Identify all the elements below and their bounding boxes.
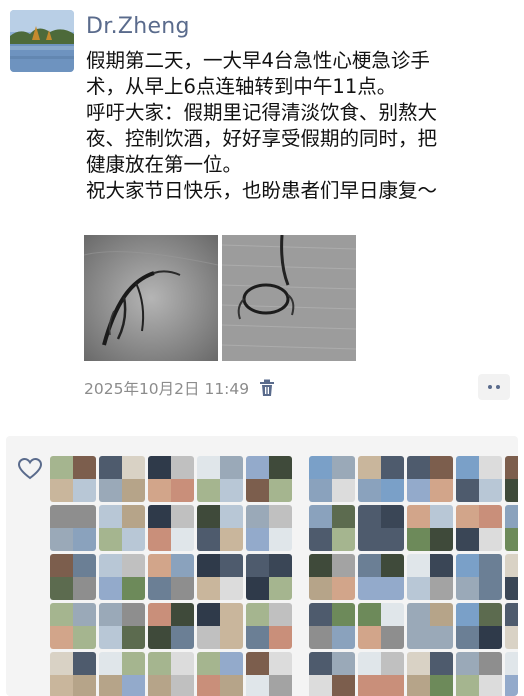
liker-avatar[interactable] — [197, 456, 243, 502]
angiogram-photo-1[interactable] — [84, 235, 218, 361]
liker-avatar[interactable] — [358, 554, 404, 600]
liker-avatar[interactable] — [505, 603, 518, 649]
liker-avatar[interactable] — [99, 603, 145, 649]
liker-avatar[interactable] — [148, 603, 194, 649]
post-text: 假期第二天，一大早4台急性心梗急诊手 术，从早上6点连轴转到中午11点。 呼吁大… — [86, 48, 506, 204]
post-line: 术，从早上6点连轴转到中午11点。 — [86, 75, 397, 98]
liker-avatar[interactable] — [148, 505, 194, 551]
liker-avatar[interactable] — [50, 603, 96, 649]
angiogram-photo-2[interactable] — [222, 235, 356, 361]
liker-avatar[interactable] — [407, 554, 453, 600]
liker-avatar[interactable] — [246, 554, 292, 600]
post-meta: 2025年10月2日 11:49 — [84, 377, 275, 399]
liker-avatar[interactable] — [99, 554, 145, 600]
post-timestamp: 2025年10月2日 11:49 — [84, 380, 250, 398]
liker-avatar[interactable] — [407, 652, 453, 696]
liker-avatar[interactable] — [197, 554, 243, 600]
liker-avatar[interactable] — [148, 652, 194, 696]
liker-avatar[interactable] — [148, 456, 194, 502]
liker-avatar[interactable] — [148, 554, 194, 600]
liker-avatar[interactable] — [456, 554, 502, 600]
liker-avatar[interactable] — [456, 456, 502, 502]
liker-avatar[interactable] — [456, 652, 502, 696]
trash-icon[interactable] — [259, 379, 275, 397]
liker-avatar[interactable] — [197, 603, 243, 649]
more-dots-icon[interactable] — [478, 374, 510, 400]
liker-avatar[interactable] — [407, 456, 453, 502]
liker-avatar[interactable] — [309, 554, 355, 600]
liker-avatar[interactable] — [358, 505, 404, 551]
post-line: 假期第二天，一大早4台急性心梗急诊手 — [86, 49, 430, 72]
liker-avatar[interactable] — [358, 603, 404, 649]
liker-avatar[interactable] — [505, 505, 518, 551]
post-line: 呼吁大家：假期里记得清淡饮食、别熬大 — [86, 101, 438, 124]
liker-avatar[interactable] — [99, 652, 145, 696]
liker-avatar[interactable] — [99, 456, 145, 502]
post-line: 祝大家节日快乐，也盼患者们早日康复～ — [86, 179, 438, 202]
liker-avatar[interactable] — [246, 505, 292, 551]
liker-avatar[interactable] — [246, 456, 292, 502]
liker-avatar[interactable] — [309, 505, 355, 551]
post-line: 夜、控制饮酒，好好享受假期的同时，把 — [86, 127, 438, 150]
post-username[interactable]: Dr.Zheng — [86, 14, 190, 39]
liker-avatar[interactable] — [197, 505, 243, 551]
liker-avatar[interactable] — [505, 652, 518, 696]
liker-avatar[interactable] — [358, 652, 404, 696]
liker-avatar[interactable] — [505, 554, 518, 600]
liker-avatar[interactable] — [309, 652, 355, 696]
liker-avatar[interactable] — [99, 505, 145, 551]
liker-avatar[interactable] — [456, 603, 502, 649]
liker-avatar[interactable] — [407, 603, 453, 649]
liker-avatar[interactable] — [358, 456, 404, 502]
liker-avatar[interactable] — [50, 652, 96, 696]
liker-avatar[interactable] — [246, 652, 292, 696]
liker-avatar[interactable] — [505, 456, 518, 502]
liker-avatar[interactable] — [246, 603, 292, 649]
liker-avatar[interactable] — [50, 505, 96, 551]
user-avatar[interactable] — [10, 10, 74, 72]
heart-outline-icon — [17, 457, 43, 480]
liker-avatar[interactable] — [197, 652, 243, 696]
liker-avatar[interactable] — [407, 505, 453, 551]
liker-avatar[interactable] — [456, 505, 502, 551]
liker-avatar[interactable] — [309, 456, 355, 502]
liker-avatar[interactable] — [50, 456, 96, 502]
post-line: 健康放在第一位。 — [86, 153, 243, 176]
likes-panel — [6, 436, 518, 696]
liker-avatar[interactable] — [50, 554, 96, 600]
liker-avatar[interactable] — [309, 603, 355, 649]
